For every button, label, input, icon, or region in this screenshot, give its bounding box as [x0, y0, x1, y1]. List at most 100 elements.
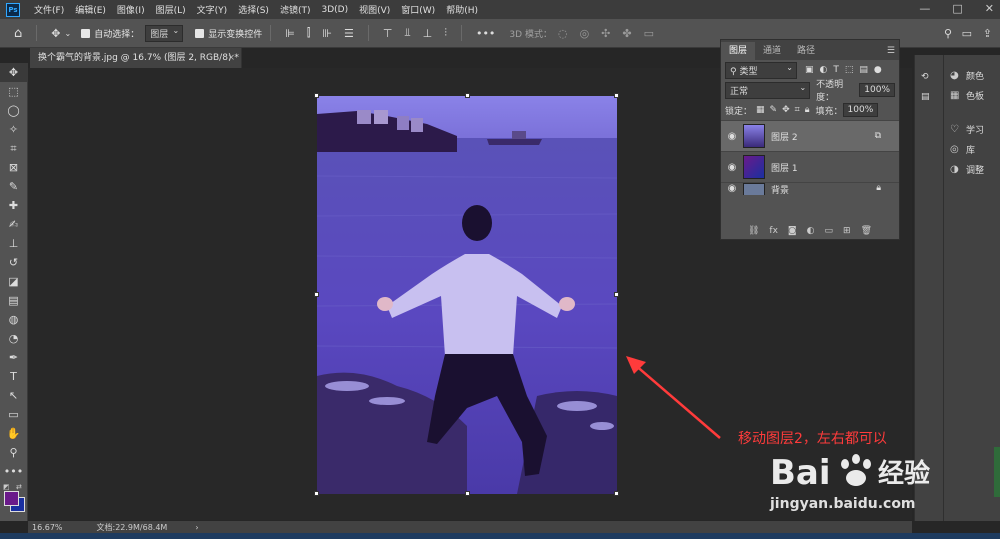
frame-tool-icon[interactable]: ⊠ — [0, 158, 27, 177]
opacity-input[interactable]: 100% — [859, 83, 895, 97]
align-top-icon[interactable]: ⊤ — [383, 27, 393, 40]
magic-wand-tool-icon[interactable]: ✧ — [0, 120, 27, 139]
adjustment-icon[interactable]: ◐ — [807, 226, 815, 236]
menu-help[interactable]: 帮助(H) — [446, 3, 478, 16]
fill-input[interactable]: 100% — [842, 103, 879, 117]
tab-paths[interactable]: 路径 — [789, 42, 823, 60]
panel-swatches[interactable]: ▦ 色板 — [944, 85, 1000, 105]
chevron-down-icon[interactable]: ⌄ — [64, 29, 71, 38]
panel-learn[interactable]: ♡ 学习 — [944, 119, 1000, 139]
layer-filter-dropdown[interactable]: ⚲ 类型 ⌄ — [725, 61, 797, 79]
transform-handle[interactable] — [314, 491, 319, 496]
blend-mode-dropdown[interactable]: 正常 ⌄ — [725, 81, 811, 99]
tab-channels[interactable]: 通道 — [755, 42, 789, 60]
filter-toggle-icon[interactable]: ● — [874, 65, 882, 75]
eraser-tool-icon[interactable]: ◪ — [0, 272, 27, 291]
close-window-button[interactable]: ✕ — [985, 2, 994, 15]
orbit-3d-icon[interactable]: ◌ — [558, 27, 568, 40]
transform-handle[interactable] — [465, 93, 470, 98]
eye-icon[interactable]: ◉ — [721, 131, 743, 142]
move-tool-icon[interactable]: ✥ — [51, 27, 60, 40]
transform-handle[interactable] — [314, 292, 319, 297]
align-middle-icon[interactable]: ⫫ — [404, 26, 410, 40]
auto-select-checkbox[interactable] — [81, 28, 91, 38]
filter-type-icon[interactable]: T — [833, 65, 839, 75]
healing-brush-tool-icon[interactable]: ✚ — [0, 196, 27, 215]
transform-handle[interactable] — [614, 491, 619, 496]
eye-icon[interactable]: ◉ — [721, 183, 743, 194]
panel-library[interactable]: ◎ 库 — [944, 139, 1000, 159]
more-options-icon[interactable]: ••• — [476, 27, 495, 40]
link-icon[interactable]: ⛓ — [748, 226, 759, 236]
transform-handle[interactable] — [614, 292, 619, 297]
menu-filter[interactable]: 滤镜(T) — [280, 3, 311, 16]
lock-position-icon[interactable]: ✥ — [782, 105, 790, 115]
crop-tool-icon[interactable]: ⌗ — [0, 139, 27, 158]
color-swatches[interactable]: ◩ ⇄ — [0, 481, 27, 521]
home-icon[interactable]: ⌂ — [14, 26, 22, 41]
swap-colors-icon[interactable]: ⇄ — [16, 483, 22, 491]
hand-tool-icon[interactable]: ✋ — [0, 424, 27, 443]
properties-icon[interactable]: ▤ — [915, 87, 943, 107]
move-tool-icon[interactable]: ✥ — [0, 63, 27, 82]
filter-adjust-icon[interactable]: ◐ — [820, 65, 828, 75]
brush-tool-icon[interactable]: ✍ — [0, 215, 27, 234]
marquee-tool-icon[interactable]: ⬚ — [0, 82, 27, 101]
show-transform-checkbox[interactable] — [195, 28, 205, 38]
foreground-color-swatch[interactable] — [4, 491, 19, 506]
document-tab[interactable]: 换个霸气的背景.jpg @ 16.7% (图层 2, RGB/8) * × — [30, 48, 242, 68]
transform-handle[interactable] — [465, 491, 470, 496]
layer-row-layer-2[interactable]: ◉ 图层 2 ⧉ — [721, 120, 899, 151]
distribute-icon[interactable]: ☰ — [344, 27, 354, 40]
drag-3d-icon[interactable]: ✣ — [601, 27, 610, 40]
panel-adjust[interactable]: ◑ 调整 — [944, 159, 1000, 179]
filter-shape-icon[interactable]: ⬚ — [845, 65, 854, 75]
panel-color[interactable]: ◕ 颜色 — [944, 65, 1000, 85]
status-menu-arrow[interactable]: › — [195, 523, 198, 532]
default-colors-icon[interactable]: ◩ — [3, 483, 10, 491]
layer-row-layer-1[interactable]: ◉ 图层 1 — [721, 151, 899, 182]
gradient-tool-icon[interactable]: ▤ — [0, 291, 27, 310]
type-tool-icon[interactable]: T — [0, 367, 27, 386]
panel-menu-icon[interactable]: ☰ — [887, 42, 895, 60]
rectangle-tool-icon[interactable]: ▭ — [0, 405, 27, 424]
align-bottom-icon[interactable]: ⊥ — [423, 27, 433, 40]
roll-3d-icon[interactable]: ◎ — [580, 27, 590, 40]
history-icon[interactable]: ⟲ — [915, 67, 943, 87]
transform-handle[interactable] — [314, 93, 319, 98]
trash-icon[interactable]: 🗑︎ — [861, 226, 872, 236]
menu-window[interactable]: 窗口(W) — [401, 3, 435, 16]
menu-select[interactable]: 选择(S) — [238, 3, 269, 16]
clone-stamp-tool-icon[interactable]: ⊥ — [0, 234, 27, 253]
align-left-icon[interactable]: ⊫ — [285, 27, 295, 40]
fx-icon[interactable]: fx — [769, 226, 778, 236]
filter-smart-icon[interactable]: ▤ — [859, 65, 868, 75]
path-selection-tool-icon[interactable]: ↖ — [0, 386, 27, 405]
menu-type[interactable]: 文字(Y) — [197, 3, 228, 16]
blur-tool-icon[interactable]: ◍ — [0, 310, 27, 329]
edit-toolbar-icon[interactable]: ••• — [0, 462, 27, 481]
new-layer-icon[interactable]: ⊞ — [843, 226, 851, 236]
minimize-button[interactable]: — — [919, 2, 930, 15]
eye-icon[interactable]: ◉ — [721, 162, 743, 173]
document-image[interactable] — [317, 96, 617, 494]
pen-tool-icon[interactable]: ✒ — [0, 348, 27, 367]
search-icon[interactable]: ⚲ — [944, 27, 952, 40]
eyedropper-tool-icon[interactable]: ✎ — [0, 177, 27, 196]
menu-file[interactable]: 文件(F) — [34, 3, 64, 16]
filter-pixel-icon[interactable]: ▣ — [805, 65, 814, 75]
camera-3d-icon[interactable]: ▭ — [644, 27, 654, 40]
dodge-tool-icon[interactable]: ◔ — [0, 329, 27, 348]
mask-icon[interactable]: ◙ — [788, 226, 797, 236]
slide-3d-icon[interactable]: ✤ — [622, 27, 631, 40]
auto-select-dropdown[interactable]: 图层 ⌄ — [145, 24, 184, 42]
menu-3d[interactable]: 3D(D) — [321, 5, 348, 15]
menu-edit[interactable]: 编辑(E) — [75, 3, 106, 16]
close-tab-icon[interactable]: × — [227, 48, 235, 68]
lasso-tool-icon[interactable]: ◯ — [0, 101, 27, 120]
lock-paint-icon[interactable]: ✎ — [770, 105, 778, 115]
folder-icon[interactable]: ▭ — [825, 226, 834, 236]
menu-image[interactable]: 图像(I) — [117, 3, 145, 16]
transform-handle[interactable] — [614, 93, 619, 98]
workspace-icon[interactable]: ▭ — [962, 27, 972, 40]
